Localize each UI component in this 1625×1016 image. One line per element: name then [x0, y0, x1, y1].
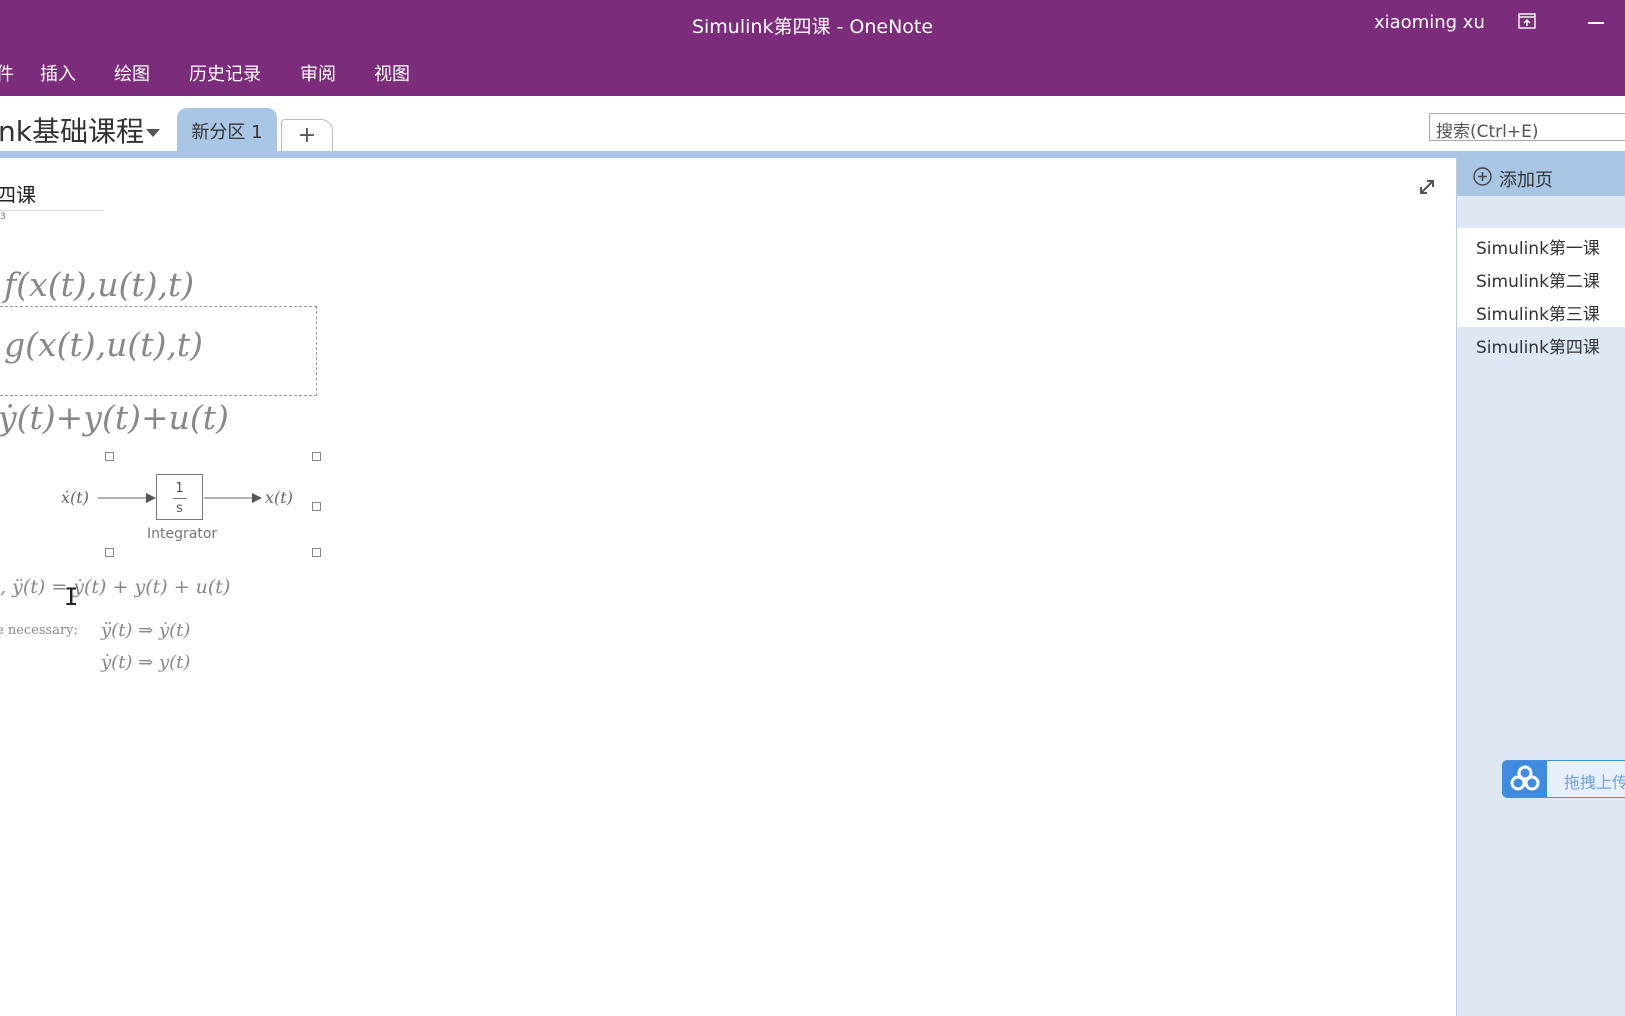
title-divider: [0, 210, 104, 211]
tab-view[interactable]: 视图: [374, 60, 410, 86]
user-name[interactable]: xiaoming xu: [1374, 12, 1485, 33]
equation-state: f(x(t),u(t),t): [4, 265, 195, 304]
fraction-bar: [172, 498, 187, 499]
diagram-output-label: x(t): [265, 488, 293, 507]
tab-draw[interactable]: 绘图: [114, 60, 150, 86]
cloud-upload-icon: [1503, 761, 1547, 797]
minimize-icon[interactable]: [1588, 22, 1604, 24]
title-bar: Simulink第四课 - OneNote xiaoming xu: [0, 0, 1625, 46]
integrator-block[interactable]: 1 s: [156, 474, 203, 520]
block-denominator: s: [176, 501, 183, 516]
add-page-label: 添加页: [1499, 170, 1553, 191]
integrator-caption: Integrator: [147, 526, 218, 542]
tab-history[interactable]: 历史记录: [189, 60, 261, 86]
search-input[interactable]: 搜索(Ctrl+E): [1429, 113, 1625, 142]
page-item-lesson-2[interactable]: Simulink第二课: [1457, 261, 1625, 294]
page-item-lesson-4[interactable]: Simulink第四课: [1457, 327, 1625, 360]
plus-circle-icon: [1473, 167, 1492, 186]
add-section-button[interactable]: +: [281, 119, 333, 152]
resize-handle[interactable]: [312, 502, 321, 511]
tab-file[interactable]: 件: [0, 60, 14, 86]
page-pane: 添加页 Simulink第一课 Simulink第二课 Simulink第三课 …: [1456, 158, 1625, 1016]
equation-integrate-2: ẏ(t) ⇒ y(t): [101, 652, 191, 673]
tab-review[interactable]: 审阅: [300, 60, 336, 86]
resize-handle[interactable]: [312, 452, 321, 461]
diagram-input-label: ẋ(t): [61, 488, 89, 507]
ribbon-tabs: 件 插入 绘图 历史记录 审阅 视图: [0, 46, 1625, 96]
page-item-lesson-1[interactable]: Simulink第一课: [1457, 228, 1625, 261]
page-item-lesson-3[interactable]: Simulink第三课: [1457, 294, 1625, 327]
restore-icon[interactable]: [1518, 13, 1536, 29]
resize-handle[interactable]: [105, 548, 114, 557]
page-title[interactable]: 四课: [0, 179, 36, 208]
expand-icon[interactable]: [1417, 177, 1437, 197]
upload-widget[interactable]: 拖拽上传: [1502, 760, 1625, 798]
section-tab[interactable]: 新分区 1: [177, 108, 277, 152]
resize-handle[interactable]: [105, 452, 114, 461]
upload-text: 拖拽上传: [1564, 773, 1625, 792]
tab-insert[interactable]: 插入: [40, 60, 76, 86]
section-accent-line: [0, 151, 1625, 158]
necessary-note: e necessary:: [0, 623, 78, 638]
page-date: 3: [0, 212, 6, 222]
page-canvas[interactable]: 四课 3 f(x(t),u(t),t) g(x(t),u(t),t) ẏ(t)+…: [0, 158, 1456, 1016]
equation-example: ẏ(t)+y(t)+u(t): [0, 398, 229, 437]
integrator-diagram[interactable]: [0, 306, 317, 396]
resize-handle[interactable]: [312, 548, 321, 557]
add-page-button[interactable]: 添加页: [1457, 158, 1625, 196]
block-numerator: 1: [175, 481, 184, 496]
equation-second-order: , ÿ(t) = ẏ(t) + y(t) + u(t): [0, 576, 231, 598]
notebook-title[interactable]: nk基础课程: [0, 110, 144, 150]
equation-integrate-1: ÿ(t) ⇒ ẏ(t): [101, 620, 191, 641]
chevron-down-icon[interactable]: [146, 129, 160, 137]
page-list: Simulink第一课 Simulink第二课 Simulink第三课 Simu…: [1457, 228, 1625, 360]
text-cursor-icon: I: [64, 583, 79, 611]
